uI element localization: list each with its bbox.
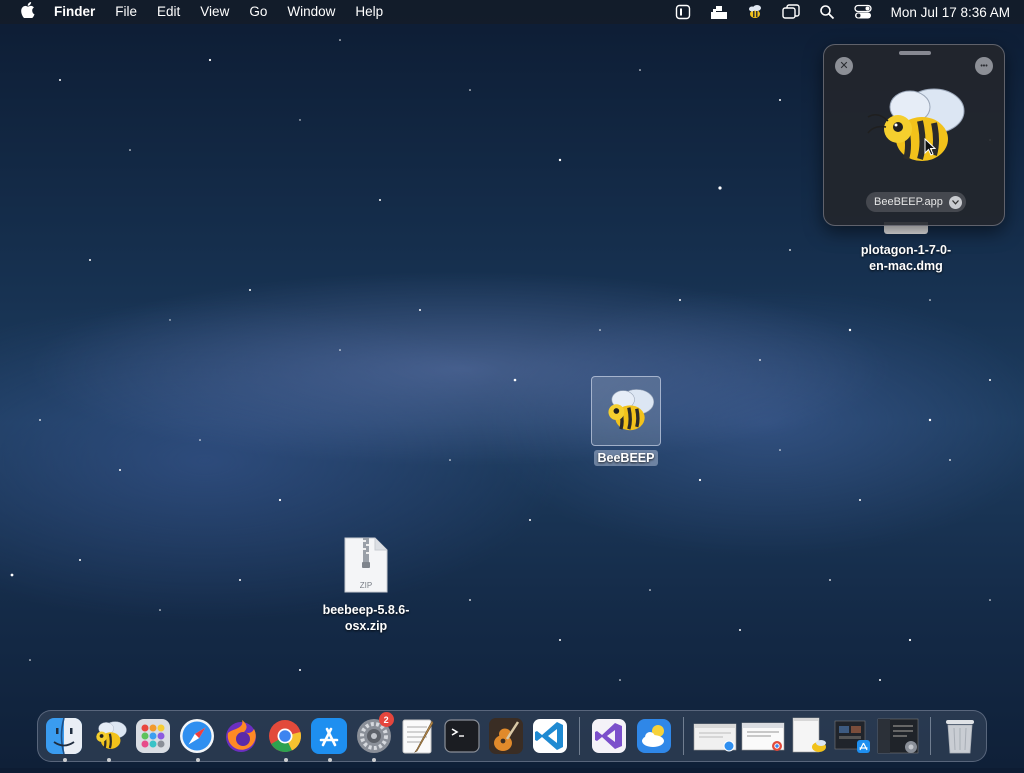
beebeep-app-icon [608, 389, 655, 431]
zip-file-icon: ZIP [344, 537, 388, 593]
dock-chrome-window[interactable] [741, 715, 785, 757]
dock-app-store[interactable] [309, 715, 349, 762]
desktop-icon-label: plotagon-1-7-0- en-mac.dmg [860, 243, 952, 273]
mouse-pointer-icon [924, 138, 936, 156]
safari-icon [179, 719, 214, 753]
chevron-down-icon [948, 195, 962, 209]
running-indicator [63, 758, 67, 762]
chrome-icon [269, 720, 302, 752]
dock-separator [579, 717, 581, 755]
app-store-window-thumb [834, 720, 870, 753]
beebeep-window-thumb [792, 717, 826, 753]
safari-window-thumb [693, 723, 737, 752]
dock-beebeep-window[interactable] [789, 715, 829, 757]
more-options-button[interactable]: ••• [975, 57, 993, 75]
app-store-icon [311, 718, 348, 754]
screen-mirroring-icon[interactable] [779, 0, 803, 24]
garageband-icon [489, 718, 524, 754]
trash-icon [945, 720, 974, 754]
dock-settings-window[interactable] [877, 715, 921, 757]
vscode-icon [533, 719, 568, 753]
zip-type-label: ZIP [360, 581, 372, 590]
menu-bar: Finder File Edit View Go Window Help Mon… [0, 0, 1024, 24]
dock-separator [929, 717, 931, 755]
menu-go[interactable]: Go [239, 0, 277, 24]
running-indicator [195, 758, 200, 762]
menu-view[interactable]: View [190, 0, 239, 24]
desktop-icon-plotagon-dmg[interactable]: plotagon-1-7-0- en-mac.dmg [846, 222, 966, 274]
launchpad-icon [135, 719, 170, 753]
spotlight-search-icon[interactable] [815, 0, 839, 24]
filename-dropdown[interactable]: BeeBEEP.app [866, 192, 966, 212]
settings-window-thumb [877, 718, 919, 754]
firefox-icon [225, 720, 256, 752]
beebeep-menubar-icon[interactable] [743, 0, 767, 24]
menu-help[interactable]: Help [345, 0, 393, 24]
notification-badge: 2 [378, 712, 394, 727]
dock: 2 [37, 710, 987, 762]
file-preview-popover: ✕ ••• BeeBEEP.app [823, 44, 1005, 226]
desktop-icon-label: BeeBEEP [593, 450, 659, 466]
dock-separator [682, 717, 684, 755]
dock-terminal[interactable] [442, 715, 482, 757]
dock-visual-studio[interactable] [589, 715, 629, 757]
dock-launchpad[interactable] [132, 715, 172, 757]
dock-garageband[interactable] [486, 715, 526, 757]
dock-app-store-window[interactable] [833, 715, 873, 757]
dock-beebeep[interactable] [88, 715, 128, 762]
desktop-icon-label: beebeep-5.8.6- osx.zip [322, 603, 410, 633]
beebeep-icon [96, 721, 127, 749]
dock-weather[interactable] [634, 715, 674, 757]
dock-safari-window[interactable] [693, 715, 737, 757]
terminal-icon [444, 719, 480, 753]
app-menu-finder[interactable]: Finder [40, 0, 105, 24]
dock-textedit[interactable] [398, 715, 438, 757]
dock-chrome[interactable] [265, 715, 305, 762]
menubar-clock[interactable]: Mon Jul 17 8:36 AM [891, 5, 1010, 20]
chrome-window-thumb [741, 722, 785, 751]
finder-icon [46, 717, 83, 755]
screen-time-icon[interactable] [671, 0, 695, 24]
menu-edit[interactable]: Edit [147, 0, 190, 24]
weather-icon [636, 719, 671, 753]
apple-menu-icon[interactable] [16, 2, 40, 22]
menu-file[interactable]: File [105, 0, 147, 24]
running-indicator [372, 758, 377, 762]
control-center-icon[interactable] [851, 0, 875, 24]
dock-firefox[interactable] [221, 715, 261, 757]
menu-window[interactable]: Window [277, 0, 345, 24]
selection-highlight [591, 376, 661, 446]
dock-trash[interactable] [940, 715, 980, 757]
running-indicator [107, 758, 112, 762]
textedit-icon [402, 719, 434, 754]
running-indicator [284, 758, 289, 762]
ellipsis-icon: ••• [980, 62, 988, 70]
close-button[interactable]: ✕ [835, 57, 853, 75]
visual-studio-icon [592, 719, 627, 753]
filename-label: BeeBEEP.app [874, 196, 943, 208]
desktop-icon-beebeep-zip[interactable]: ZIP beebeep-5.8.6- osx.zip [306, 536, 426, 634]
dock-system-settings[interactable]: 2 [353, 712, 394, 762]
dock-vscode[interactable] [530, 715, 570, 757]
dock-safari[interactable] [177, 715, 217, 762]
cloud-upload-icon[interactable] [707, 0, 731, 24]
running-indicator [328, 758, 333, 762]
popover-drag-handle[interactable] [899, 51, 931, 55]
dock-finder[interactable] [44, 715, 84, 762]
close-icon: ✕ [839, 59, 849, 72]
desktop-icon-beebeep[interactable]: BeeBEEP [590, 376, 662, 466]
beebeep-app-preview-icon [867, 88, 965, 161]
